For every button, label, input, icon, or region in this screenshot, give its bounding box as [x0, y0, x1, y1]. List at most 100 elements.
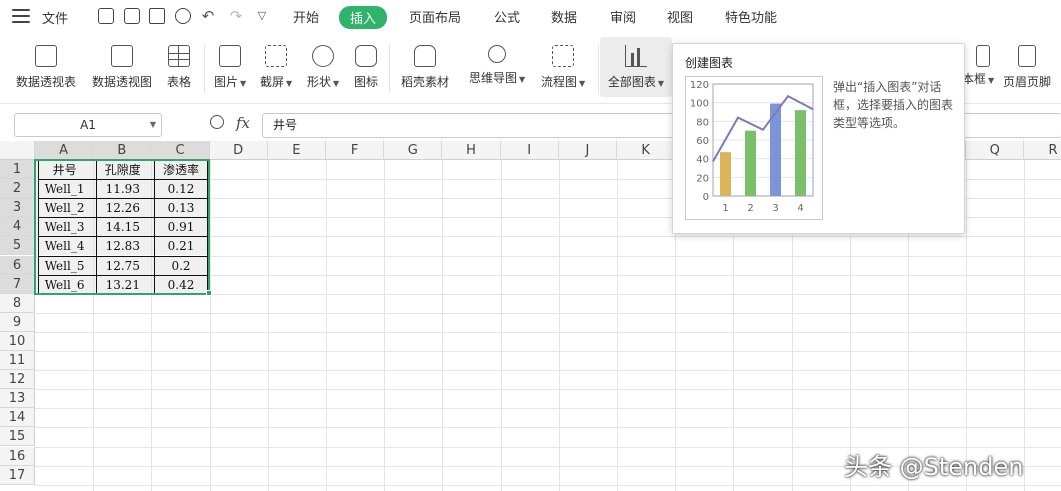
selection-range	[34, 159, 210, 295]
y-tick-label: 120	[690, 80, 709, 91]
tab-view[interactable]: 视图	[667, 7, 693, 26]
select-all-corner[interactable]	[0, 141, 35, 160]
y-tick-label: 100	[690, 99, 709, 110]
column-header-g[interactable]: G	[384, 141, 443, 160]
row-header-13[interactable]: 13	[0, 389, 35, 409]
row-header-7[interactable]: 7	[0, 274, 35, 294]
screenshot-button[interactable]: 截屏 ▼	[260, 45, 292, 90]
chevron-down-icon[interactable]: ▼	[150, 114, 156, 136]
all-charts-button[interactable]: 全部图表 ▼	[600, 37, 672, 97]
chart-preview: 120 100 80 60 40 20 0 1 2 3 4	[685, 76, 823, 220]
y-tick-label: 20	[696, 173, 709, 184]
chart-bar	[795, 110, 806, 196]
table-icon	[168, 45, 190, 67]
row-header-12[interactable]: 12	[0, 370, 35, 390]
menu-bar: 文件 ↶ ↷ ▽ 开始 插入 页面布局 公式 数据 审阅 视图 特色功能	[0, 0, 1061, 33]
tab-review[interactable]: 审阅	[610, 7, 636, 26]
pivot-table-button[interactable]: 数据透视表	[16, 45, 76, 90]
picture-icon	[219, 45, 242, 67]
x-tick-label: 2	[747, 203, 753, 214]
mind-map-button[interactable]: 思维导图 ▼	[469, 45, 525, 86]
print-icon[interactable]	[149, 8, 165, 24]
row-header-11[interactable]: 11	[0, 351, 35, 371]
tooltip-description: 弹出“插入图表”对话框，选择要插入的图表类型等选项。	[833, 80, 954, 130]
flowchart-button[interactable]: 流程图 ▼	[541, 45, 585, 90]
tab-data[interactable]: 数据	[551, 7, 577, 26]
tab-formulas[interactable]: 公式	[494, 7, 520, 26]
redo-icon[interactable]: ↷	[228, 8, 244, 24]
file-menu[interactable]: 文件	[42, 8, 68, 27]
column-header-k[interactable]: K	[617, 141, 676, 160]
row-header-10[interactable]: 10	[0, 331, 35, 351]
chart-bar	[720, 152, 731, 196]
chart-bar	[745, 130, 756, 196]
row-header-14[interactable]: 14	[0, 408, 35, 428]
row-header-6[interactable]: 6	[0, 255, 35, 275]
x-tick-label: 3	[772, 203, 778, 214]
y-tick-label: 80	[696, 117, 709, 128]
column-header-i[interactable]: I	[500, 141, 559, 160]
screenshot-icon	[265, 45, 288, 67]
icons-icon	[355, 45, 377, 67]
row-header-9[interactable]: 9	[0, 312, 35, 332]
textbox-button-icon-wrap[interactable]	[976, 45, 990, 73]
textbox-icon	[976, 45, 990, 67]
row-header-1[interactable]: 1	[0, 160, 35, 180]
fill-handle[interactable]	[206, 290, 212, 296]
column-header-e[interactable]: E	[267, 141, 326, 160]
export-pdf-icon[interactable]	[124, 8, 140, 24]
zoom-search-icon[interactable]	[210, 115, 224, 129]
tooltip-title: 创建图表	[685, 56, 734, 70]
all-charts-icon	[625, 45, 647, 67]
tab-page-layout[interactable]: 页面布局	[409, 7, 461, 26]
insert-function-button[interactable]: fx	[236, 114, 250, 132]
column-header-d[interactable]: D	[209, 141, 268, 160]
column-header-h[interactable]: H	[442, 141, 501, 160]
row-header-17[interactable]: 17	[0, 465, 35, 485]
pivot-table-icon	[35, 45, 57, 67]
create-chart-tooltip: 创建图表 120 100 80 60 40 20 0 1 2 3 4 弹出“插入图表”对话框，选择要…	[672, 43, 965, 234]
column-header-r[interactable]: R	[1024, 141, 1061, 160]
header-footer-button[interactable]: 页眉页脚	[1003, 45, 1051, 90]
tab-special-features[interactable]: 特色功能	[725, 7, 777, 26]
y-tick-label: 40	[696, 155, 709, 166]
tab-insert[interactable]: 插入	[339, 6, 388, 29]
row-header-3[interactable]: 3	[0, 198, 35, 218]
header-footer-icon	[1018, 45, 1036, 67]
pivot-chart-icon	[111, 45, 133, 67]
row-header-16[interactable]: 16	[0, 446, 35, 466]
icons-button[interactable]: 图标	[354, 45, 378, 90]
y-tick-label: 0	[703, 192, 709, 203]
y-tick-label: 60	[696, 136, 709, 147]
picture-button[interactable]: 图片 ▼	[214, 45, 246, 90]
column-header-q[interactable]: Q	[966, 141, 1025, 160]
column-header-a[interactable]: A	[35, 141, 94, 160]
shapes-button[interactable]: 形状 ▼	[307, 45, 339, 90]
pivot-chart-button[interactable]: 数据透视图	[92, 45, 152, 90]
column-header-f[interactable]: F	[326, 141, 385, 160]
row-header-4[interactable]: 4	[0, 217, 35, 237]
docer-material-icon	[414, 45, 436, 67]
row-header-5[interactable]: 5	[0, 236, 35, 256]
watermark-text: 头条 @Stenden	[844, 453, 1024, 481]
mind-map-icon	[488, 45, 507, 63]
column-header-c[interactable]: C	[151, 141, 210, 160]
name-box[interactable]: A1 ▼	[14, 113, 162, 137]
row-header-8[interactable]: 8	[0, 293, 35, 313]
print-preview-icon[interactable]	[175, 8, 191, 24]
row-header-15[interactable]: 15	[0, 427, 35, 447]
column-header-j[interactable]: J	[558, 141, 617, 160]
docer-material-button[interactable]: 稻壳素材	[401, 45, 449, 90]
save-icon[interactable]	[98, 8, 114, 24]
quick-access-more-icon[interactable]: ▽	[254, 8, 270, 24]
undo-icon[interactable]: ↶	[200, 8, 216, 24]
shapes-icon	[312, 45, 335, 67]
row-header-2[interactable]: 2	[0, 179, 35, 199]
flowchart-icon	[552, 45, 575, 67]
main-menu-icon[interactable]	[12, 9, 30, 23]
name-box-value: A1	[80, 118, 96, 132]
table-button[interactable]: 表格	[167, 45, 191, 90]
tab-home[interactable]: 开始	[293, 7, 319, 26]
column-header-b[interactable]: B	[93, 141, 152, 160]
x-tick-label: 1	[722, 203, 728, 214]
